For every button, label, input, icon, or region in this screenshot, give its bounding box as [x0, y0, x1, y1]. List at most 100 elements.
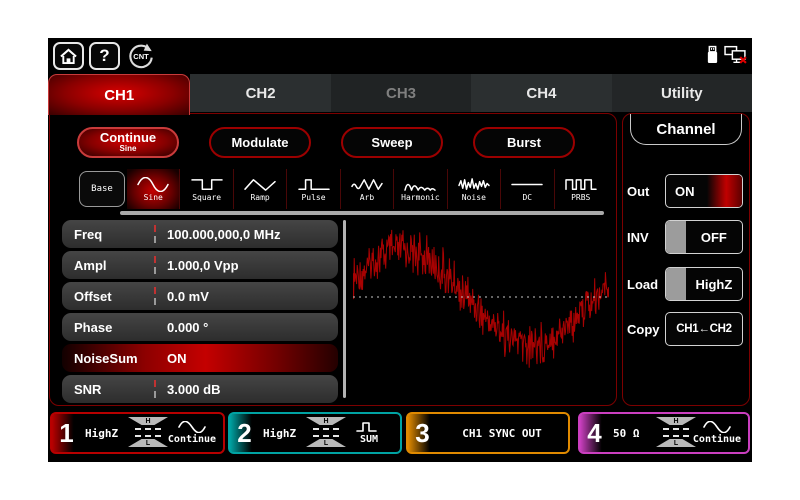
square-icon — [190, 177, 224, 192]
channel-inv-row: INV OFF — [627, 220, 743, 254]
channel1-mode: Continue — [165, 416, 219, 450]
channel2-load: HighZ — [263, 414, 296, 452]
param-divider — [154, 380, 156, 398]
dc-icon — [510, 177, 544, 192]
vertical-scrollbar[interactable] — [343, 220, 346, 398]
instrument-screen: ? CNT CH1 CH2 — [48, 38, 752, 462]
waveform-prbs[interactable]: PRBS — [554, 169, 607, 209]
tab-utility[interactable]: Utility — [612, 74, 752, 112]
home-icon — [59, 48, 78, 65]
param-divider — [154, 256, 156, 274]
invert-toggle[interactable]: OFF — [665, 220, 743, 254]
svg-text:CNT: CNT — [133, 52, 149, 61]
modulate-mode-button[interactable]: Modulate — [209, 127, 311, 158]
sine-icon — [136, 177, 170, 192]
tab-ch4[interactable]: CH4 — [471, 74, 611, 112]
burst-mode-button[interactable]: Burst — [473, 127, 575, 158]
waveform-arb[interactable]: Arb — [340, 169, 393, 209]
limit-dash — [135, 435, 161, 437]
high-limit-icon: H — [306, 417, 346, 425]
channel4-mode: Continue — [690, 416, 744, 450]
low-limit-icon: L — [306, 439, 346, 447]
waveform-ramp[interactable]: Ramp — [233, 169, 286, 209]
continue-mode-button[interactable]: Continue Sine — [77, 127, 179, 158]
channel-panel: Channel Out ON INV OFF Load HighZ Copy C… — [622, 113, 750, 406]
limit-dash — [313, 428, 339, 430]
param-row-noisesum[interactable]: NoiseSum ON — [62, 344, 338, 372]
sine-icon — [178, 421, 206, 433]
channel-load-row: Load HighZ — [627, 267, 743, 301]
tab-ch1[interactable]: CH1 — [48, 74, 190, 115]
lan-disconnected-icon — [724, 45, 747, 64]
tab-ch2[interactable]: CH2 — [190, 74, 330, 112]
harmonic-icon — [403, 177, 437, 192]
waveform-selector: Sine Square Ramp Pulse Arb — [127, 169, 607, 209]
arb-icon — [350, 177, 384, 192]
home-button[interactable] — [53, 42, 84, 70]
usb-icon — [706, 45, 719, 64]
copy-channel-button[interactable]: CH1←CH2 — [665, 312, 743, 346]
prbs-icon — [564, 177, 598, 192]
load-toggle[interactable]: HighZ — [665, 267, 743, 301]
noise-icon — [457, 177, 491, 192]
output-toggle[interactable]: ON — [665, 174, 743, 208]
waveform-plot — [353, 220, 609, 400]
channel-out-row: Out ON — [627, 174, 743, 208]
high-limit-icon: H — [128, 417, 168, 425]
limit-dash — [135, 428, 161, 430]
parameter-list: Freq 100.000,000,0 MHz Ampl 1.000,0 Vpp … — [62, 220, 338, 406]
high-low-limit-indicator: H L — [128, 417, 168, 449]
sweep-mode-button[interactable]: Sweep — [341, 127, 443, 158]
param-row-snr[interactable]: SNR 3.000 dB — [62, 375, 338, 403]
counter-cycle-icon: CNT — [126, 41, 156, 71]
ramp-icon — [243, 177, 277, 192]
param-row-offset[interactable]: Offset 0.0 mV — [62, 282, 338, 310]
help-icon: ? — [99, 46, 109, 66]
limit-dash — [663, 435, 689, 437]
counter-button[interactable]: CNT — [126, 41, 156, 71]
sine-icon — [703, 421, 731, 433]
tab-ch3[interactable]: CH3 — [331, 74, 471, 112]
channel-tabbar: CH1 CH2 CH3 CH4 Utility — [48, 74, 752, 112]
limit-dash — [663, 428, 689, 430]
help-button[interactable]: ? — [89, 42, 120, 70]
screenshot-stage: ? CNT CH1 CH2 — [0, 0, 800, 500]
high-low-limit-indicator: H L — [306, 417, 346, 449]
channel2-number: 2 — [230, 414, 259, 452]
channel1-load: HighZ — [85, 414, 118, 452]
continue-mode-sub: Sine — [120, 145, 137, 153]
toolbar: ? CNT — [48, 38, 752, 74]
channel3-number: 3 — [408, 414, 437, 452]
channel3-function: CH1 SYNC OUT — [439, 414, 565, 452]
waveform-square[interactable]: Square — [179, 169, 232, 209]
pulse-icon — [355, 421, 383, 433]
param-row-ampl[interactable]: Ampl 1.000,0 Vpp — [62, 251, 338, 279]
base-waveform-button[interactable]: Base — [79, 171, 125, 207]
main-panel: Continue Sine Modulate Sweep Burst Base … — [49, 113, 617, 406]
channel3-status-cell[interactable]: 3 CH1 SYNC OUT — [406, 412, 570, 454]
param-row-freq[interactable]: Freq 100.000,000,0 MHz — [62, 220, 338, 248]
waveform-dc[interactable]: DC — [500, 169, 553, 209]
pulse-icon — [297, 177, 331, 192]
waveform-harmonic[interactable]: Harmonic — [393, 169, 446, 209]
waveform-pulse[interactable]: Pulse — [286, 169, 339, 209]
horizontal-scrollbar[interactable] — [120, 211, 604, 215]
status-icons — [706, 45, 747, 64]
channel4-load: 50 Ω — [613, 414, 640, 452]
channel-panel-title: Channel — [630, 114, 742, 145]
waveform-display — [353, 220, 609, 400]
channel1-status-cell[interactable]: 1 HighZ H L Continue — [50, 412, 225, 454]
waveform-noise[interactable]: Noise — [447, 169, 500, 209]
channel1-number: 1 — [52, 414, 81, 452]
channel4-number: 4 — [580, 414, 609, 452]
param-divider — [154, 287, 156, 305]
channel2-status-cell[interactable]: 2 HighZ H L SUM — [228, 412, 402, 454]
channel-copy-row: Copy CH1←CH2 — [627, 312, 743, 346]
channel4-status-cell[interactable]: 4 50 Ω H L Continue — [578, 412, 750, 454]
param-row-phase[interactable]: Phase 0.000 ° — [62, 313, 338, 341]
channel2-mode: SUM — [342, 416, 396, 450]
param-divider — [154, 225, 156, 243]
waveform-sine[interactable]: Sine — [127, 169, 179, 209]
low-limit-icon: L — [128, 439, 168, 447]
limit-dash — [313, 435, 339, 437]
